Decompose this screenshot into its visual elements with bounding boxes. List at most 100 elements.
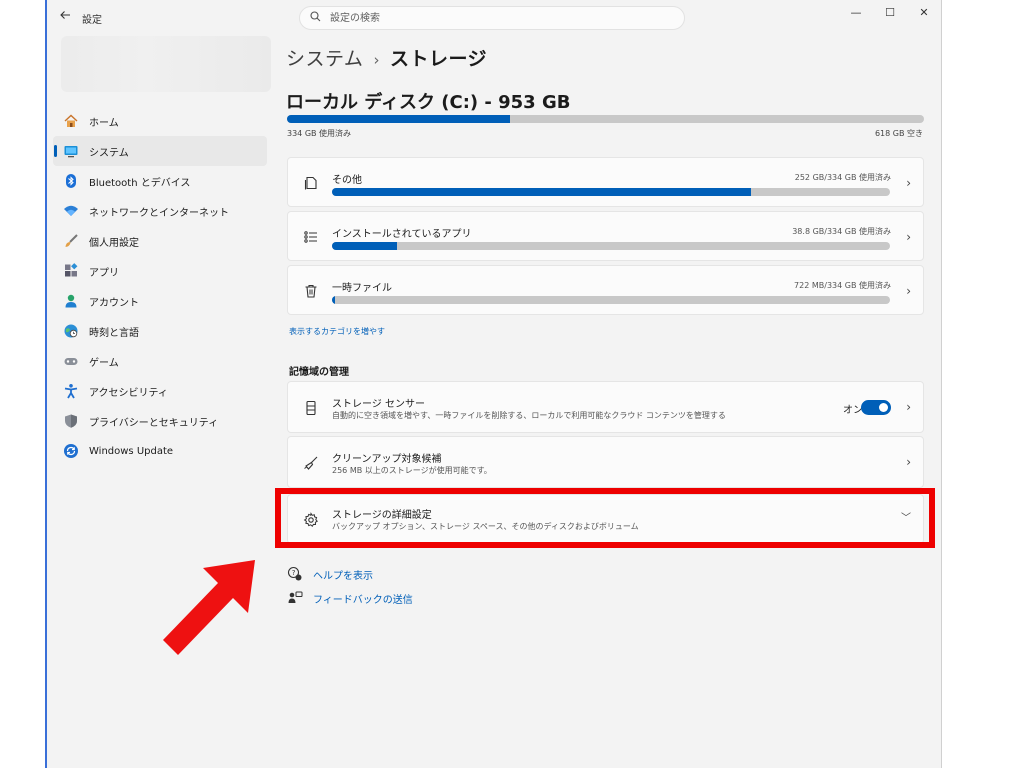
disk-usage-bar [287,115,924,123]
account-profile-blurred[interactable] [61,36,271,92]
breadcrumb-parent[interactable]: システム [286,48,363,70]
apps-icon [63,263,79,279]
category-other-card[interactable]: その他 252 GB/334 GB 使用済み › [287,157,924,207]
help-icon: ? [287,566,303,582]
category-title: その他 [332,175,362,186]
system-icon [63,143,79,159]
sidebar-item-label: 時刻と言語 [89,327,139,339]
chevron-right-icon: › [906,230,911,244]
storage-drive-icon [302,399,320,417]
sidebar-item-label: アプリ [89,267,119,279]
sidebar-item-system[interactable]: システム [53,136,267,166]
category-size: 252 GB/334 GB 使用済み [794,173,891,182]
back-arrow-icon [60,11,70,19]
search-box[interactable] [299,6,685,30]
list-icon [302,228,320,246]
home-icon [63,113,79,129]
sidebar-item-label: システム [89,147,129,159]
sidebar-item-network[interactable]: ネットワークとインターネット [53,196,267,226]
category-installed-apps-card[interactable]: インストールされているアプリ 38.8 GB/334 GB 使用済み › [287,211,924,261]
network-icon [63,203,79,219]
get-help-link[interactable]: ? ヘルプを表示 [287,566,373,582]
sidebar-item-personalization[interactable]: 個人用設定 [53,226,267,256]
sidebar-item-gaming[interactable]: ゲーム [53,346,267,376]
svg-text:?: ? [292,569,296,577]
storage-sense-toggle-label: オン [843,405,863,416]
sidebar-item-windows-update[interactable]: Windows Update [53,436,267,466]
sidebar-nav: ホーム システム Bluetooth とデバイス ネットワークとインターネット … [53,106,267,466]
windows-update-icon [63,443,79,459]
sidebar-item-label: ホーム [89,117,119,129]
chevron-right-icon: › [906,176,911,190]
category-title: インストールされているアプリ [332,229,472,240]
cleanup-title: クリーンアップ対象候補 [332,454,442,465]
breadcrumb-separator: › [373,51,380,69]
section-title-storage-management: 記憶域の管理 [289,367,349,378]
gamepad-icon [63,353,79,369]
toggle-knob [879,403,888,412]
sidebar-item-bluetooth[interactable]: Bluetooth とデバイス [53,166,267,196]
sidebar-item-accessibility[interactable]: アクセシビリティ [53,376,267,406]
chevron-right-icon: › [906,284,911,298]
chevron-right-icon: › [906,455,911,469]
app-title: 設定 [82,15,102,26]
window-accent-edge [45,0,47,768]
sidebar-item-label: アクセシビリティ [89,387,168,399]
trash-icon [302,282,320,300]
sidebar-item-label: ゲーム [89,357,119,369]
breadcrumb: システム › ストレージ [286,44,487,71]
category-temp-files-card[interactable]: 一時ファイル 722 MB/334 GB 使用済み › [287,265,924,315]
cleanup-subtitle: 256 MB 以上のストレージが使用可能です。 [332,466,492,475]
storage-sense-toggle[interactable] [861,400,891,415]
send-feedback-label: フィードバックの送信 [313,594,413,606]
minimize-button[interactable]: — [841,4,871,22]
account-icon [63,293,79,309]
annotation-arrow-shape [163,560,255,655]
disk-usage-fill [287,115,510,123]
back-button[interactable] [55,8,75,28]
show-more-categories-link[interactable]: 表示するカテゴリを増やす [289,326,385,337]
sidebar-item-apps[interactable]: アプリ [53,256,267,286]
category-title: 一時ファイル [332,283,392,294]
category-size: 38.8 GB/334 GB 使用済み [792,227,891,236]
sidebar-item-time-language[interactable]: 時刻と言語 [53,316,267,346]
category-size: 722 MB/334 GB 使用済み [794,281,891,290]
document-icon [302,174,320,192]
category-usage-fill [332,188,751,196]
sidebar-item-privacy-security[interactable]: プライバシーとセキュリティ [53,406,267,436]
brush-icon [63,233,79,249]
sidebar-item-label: ネットワークとインターネット [89,207,229,219]
sidebar-item-label: Bluetooth とデバイス [89,177,191,189]
sidebar-item-label: プライバシーとセキュリティ [89,417,219,429]
page-title: ストレージ [389,48,488,70]
disk-free-label: 618 GB 空き [874,129,923,138]
storage-sense-title: ストレージ センサー [332,399,425,410]
search-input[interactable] [330,10,670,26]
shield-icon [63,413,79,429]
maximize-button[interactable]: ☐ [875,4,905,22]
disk-used-label: 334 GB 使用済み [287,129,352,138]
broom-icon [302,454,320,472]
feedback-icon [287,590,303,606]
highlight-annotation-box [275,488,935,548]
annotation-arrow-icon [163,560,255,655]
cleanup-recommendations-card[interactable]: クリーンアップ対象候補 256 MB 以上のストレージが使用可能です。 › [287,436,924,488]
get-help-label: ヘルプを表示 [313,570,373,582]
sidebar-item-label: Windows Update [89,445,174,457]
sidebar-item-label: アカウント [89,297,139,309]
category-usage-fill [332,242,397,250]
sidebar-item-accounts[interactable]: アカウント [53,286,267,316]
send-feedback-link[interactable]: フィードバックの送信 [287,590,413,606]
category-usage-fill [332,296,335,304]
search-icon [310,11,321,25]
close-button[interactable]: ✕ [909,4,939,22]
sidebar-item-home[interactable]: ホーム [53,106,267,136]
bluetooth-icon [63,173,79,189]
sidebar-item-label: 個人用設定 [89,237,139,249]
globe-clock-icon [63,323,79,339]
disk-title: ローカル ディスク (C:) - 953 GB [286,92,571,113]
chevron-right-icon: › [906,400,911,414]
category-usage-bar [332,242,890,250]
storage-sense-card[interactable]: ストレージ センサー 自動的に空き領域を増やす、一時ファイルを削除する、ローカル… [287,381,924,433]
storage-sense-subtitle: 自動的に空き領域を増やす、一時ファイルを削除する、ローカルで利用可能なクラウド … [332,411,726,420]
